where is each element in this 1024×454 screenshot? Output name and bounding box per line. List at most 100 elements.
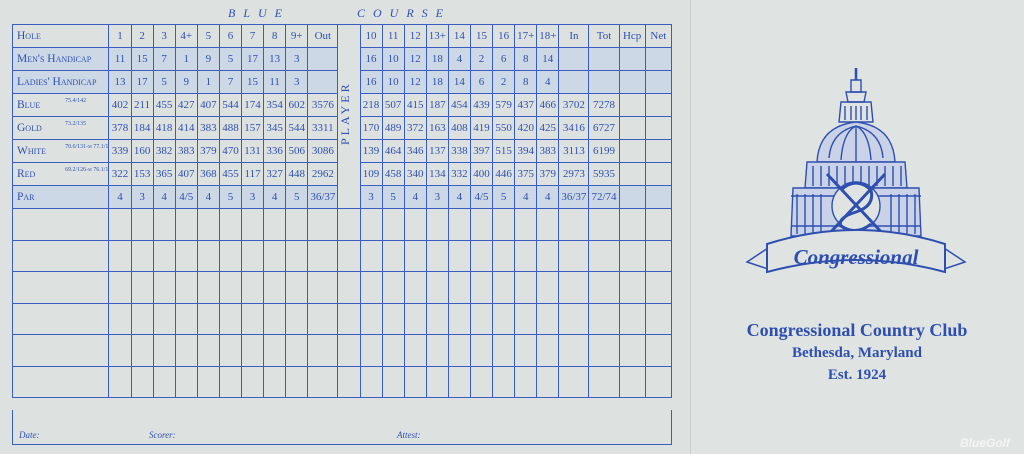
blank-score-cell[interactable] bbox=[359, 271, 383, 304]
blank-score-cell[interactable] bbox=[469, 334, 494, 367]
blank-score-cell[interactable] bbox=[359, 334, 383, 367]
blank-score-cell[interactable] bbox=[174, 302, 198, 335]
player-row[interactable] bbox=[11, 271, 673, 304]
blank-score-cell[interactable] bbox=[403, 239, 427, 272]
blank-score-cell[interactable] bbox=[514, 302, 538, 335]
blank-score-cell[interactable] bbox=[514, 271, 538, 304]
blank-score-cell[interactable] bbox=[558, 302, 590, 335]
blank-score-cell[interactable] bbox=[108, 365, 132, 398]
blank-score-cell[interactable] bbox=[536, 208, 560, 241]
blank-score-cell[interactable] bbox=[558, 239, 590, 272]
blank-score-cell[interactable] bbox=[174, 365, 198, 398]
blank-score-cell[interactable] bbox=[536, 365, 560, 398]
blank-score-cell[interactable] bbox=[337, 334, 361, 367]
blank-score-cell[interactable] bbox=[588, 302, 620, 335]
blank-score-cell[interactable] bbox=[447, 208, 471, 241]
blank-score-cell[interactable] bbox=[152, 208, 176, 241]
blank-score-cell[interactable] bbox=[618, 334, 646, 367]
blank-score-cell[interactable] bbox=[492, 365, 516, 398]
blank-score-cell[interactable] bbox=[644, 302, 673, 335]
blank-score-cell[interactable] bbox=[447, 365, 471, 398]
blank-score-cell[interactable] bbox=[152, 334, 176, 367]
blank-score-cell[interactable] bbox=[196, 334, 220, 367]
blank-score-cell[interactable] bbox=[403, 208, 427, 241]
blank-score-cell[interactable] bbox=[381, 271, 405, 304]
blank-score-cell[interactable] bbox=[492, 334, 516, 367]
blank-score-cell[interactable] bbox=[447, 302, 471, 335]
player-row[interactable] bbox=[11, 208, 673, 241]
blank-score-cell[interactable] bbox=[644, 271, 673, 304]
blank-score-cell[interactable] bbox=[558, 271, 590, 304]
blank-score-cell[interactable] bbox=[218, 365, 243, 398]
blank-score-cell[interactable] bbox=[492, 208, 516, 241]
blank-score-cell[interactable] bbox=[492, 302, 516, 335]
blank-score-cell[interactable] bbox=[469, 208, 494, 241]
blank-score-cell[interactable] bbox=[337, 365, 361, 398]
blank-score-cell[interactable] bbox=[130, 271, 154, 304]
blank-score-cell[interactable] bbox=[196, 302, 220, 335]
blank-score-cell[interactable] bbox=[218, 239, 243, 272]
blank-score-cell[interactable] bbox=[337, 271, 361, 304]
blank-score-cell[interactable] bbox=[588, 208, 620, 241]
blank-score-cell[interactable] bbox=[403, 365, 427, 398]
blank-score-cell[interactable] bbox=[11, 302, 110, 335]
player-row[interactable] bbox=[11, 239, 673, 272]
blank-score-cell[interactable] bbox=[196, 271, 220, 304]
blank-score-cell[interactable] bbox=[285, 334, 309, 367]
blank-score-cell[interactable] bbox=[307, 334, 339, 367]
player-row[interactable] bbox=[11, 334, 673, 367]
blank-score-cell[interactable] bbox=[218, 302, 243, 335]
blank-score-cell[interactable] bbox=[644, 239, 673, 272]
blank-score-cell[interactable] bbox=[196, 208, 220, 241]
blank-score-cell[interactable] bbox=[359, 239, 383, 272]
blank-score-cell[interactable] bbox=[263, 365, 287, 398]
blank-score-cell[interactable] bbox=[469, 271, 494, 304]
blank-score-cell[interactable] bbox=[588, 334, 620, 367]
blank-score-cell[interactable] bbox=[285, 365, 309, 398]
blank-score-cell[interactable] bbox=[174, 239, 198, 272]
blank-score-cell[interactable] bbox=[152, 365, 176, 398]
blank-score-cell[interactable] bbox=[381, 334, 405, 367]
blank-score-cell[interactable] bbox=[263, 302, 287, 335]
blank-score-cell[interactable] bbox=[492, 271, 516, 304]
blank-score-cell[interactable] bbox=[307, 239, 339, 272]
blank-score-cell[interactable] bbox=[536, 239, 560, 272]
blank-score-cell[interactable] bbox=[381, 239, 405, 272]
blank-score-cell[interactable] bbox=[337, 302, 361, 335]
blank-score-cell[interactable] bbox=[108, 208, 132, 241]
blank-score-cell[interactable] bbox=[558, 208, 590, 241]
blank-score-cell[interactable] bbox=[618, 208, 646, 241]
blank-score-cell[interactable] bbox=[558, 334, 590, 367]
blank-score-cell[interactable] bbox=[218, 208, 243, 241]
player-row[interactable] bbox=[11, 302, 673, 335]
blank-score-cell[interactable] bbox=[285, 302, 309, 335]
blank-score-cell[interactable] bbox=[337, 239, 361, 272]
blank-score-cell[interactable] bbox=[240, 239, 265, 272]
blank-score-cell[interactable] bbox=[618, 365, 646, 398]
blank-score-cell[interactable] bbox=[514, 239, 538, 272]
blank-score-cell[interactable] bbox=[359, 365, 383, 398]
blank-score-cell[interactable] bbox=[644, 365, 673, 398]
blank-score-cell[interactable] bbox=[381, 208, 405, 241]
blank-score-cell[interactable] bbox=[174, 208, 198, 241]
blank-score-cell[interactable] bbox=[425, 208, 449, 241]
blank-score-cell[interactable] bbox=[218, 271, 243, 304]
blank-score-cell[interactable] bbox=[108, 302, 132, 335]
blank-score-cell[interactable] bbox=[152, 302, 176, 335]
blank-score-cell[interactable] bbox=[263, 334, 287, 367]
blank-score-cell[interactable] bbox=[425, 239, 449, 272]
blank-score-cell[interactable] bbox=[152, 239, 176, 272]
blank-score-cell[interactable] bbox=[130, 365, 154, 398]
blank-score-cell[interactable] bbox=[240, 302, 265, 335]
blank-score-cell[interactable] bbox=[11, 334, 110, 367]
blank-score-cell[interactable] bbox=[618, 239, 646, 272]
blank-score-cell[interactable] bbox=[381, 302, 405, 335]
blank-score-cell[interactable] bbox=[469, 365, 494, 398]
blank-score-cell[interactable] bbox=[514, 334, 538, 367]
blank-score-cell[interactable] bbox=[307, 302, 339, 335]
blank-score-cell[interactable] bbox=[130, 239, 154, 272]
blank-score-cell[interactable] bbox=[307, 365, 339, 398]
blank-score-cell[interactable] bbox=[11, 365, 110, 398]
blank-score-cell[interactable] bbox=[403, 334, 427, 367]
blank-score-cell[interactable] bbox=[196, 239, 220, 272]
